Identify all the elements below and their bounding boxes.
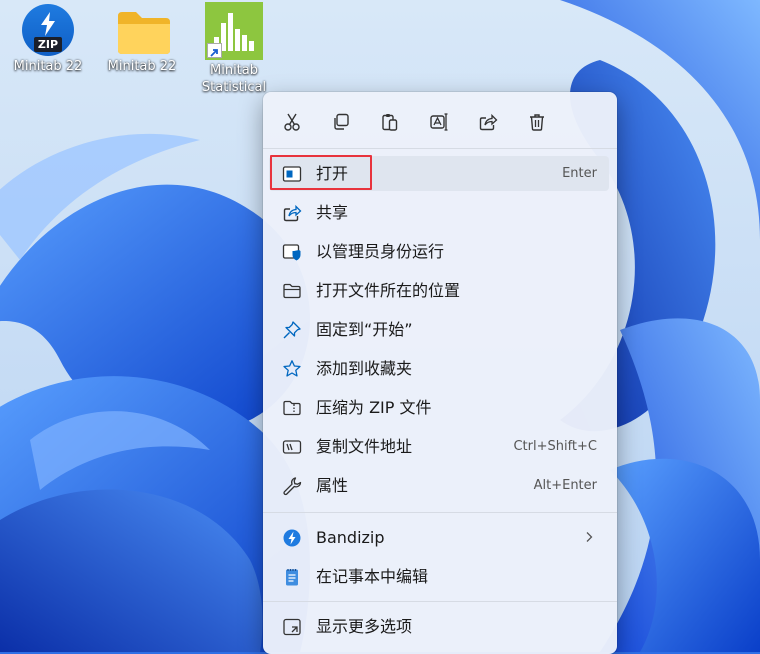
menu-item-label: 打开 (316, 164, 349, 183)
desktop-icon-minitab-shortcut[interactable]: Minitab Statistical (194, 2, 274, 96)
star-icon (282, 359, 302, 379)
trash-icon (530, 114, 544, 131)
menu-item-label: 打开文件所在的位置 (316, 281, 461, 300)
delete-button[interactable] (521, 106, 553, 138)
menu-item-label: 压缩为 ZIP 文件 (316, 398, 432, 417)
notepad-icon (282, 567, 302, 587)
menu-item-edit-in-notepad[interactable]: 在记事本中编辑 (269, 559, 609, 594)
desktop-icon-label: Minitab Statistical (194, 62, 274, 96)
menu-item-shortcut: Ctrl+Shift+C (513, 439, 597, 454)
share-button[interactable] (472, 106, 504, 138)
menu-item-show-more-options[interactable]: 显示更多选项 (269, 609, 609, 644)
bandizip-icon (282, 528, 302, 548)
menu-item-copy-as-path[interactable]: 复制文件地址 Ctrl+Shift+C (269, 429, 609, 464)
menu-item-open[interactable]: 打开 Enter (269, 156, 609, 191)
menu-item-label: 以管理员身份运行 (316, 242, 445, 261)
desktop-icon-label: Minitab 22 (107, 59, 177, 74)
menu-item-label: 属性 (316, 476, 349, 495)
menu-item-shortcut: Alt+Enter (533, 478, 597, 493)
menu-item-label: 添加到收藏夹 (316, 359, 413, 378)
menu-item-label: 显示更多选项 (316, 617, 413, 636)
minitab-app-icon (205, 2, 263, 60)
rename-icon (430, 113, 448, 131)
zip-folder-icon (282, 398, 302, 418)
pin-icon (282, 320, 302, 340)
menu-item-label: 在记事本中编辑 (316, 567, 429, 586)
menu-item-label: 共享 (316, 203, 349, 222)
paste-button[interactable] (374, 106, 406, 138)
cut-button[interactable] (276, 106, 308, 138)
menu-item-open-file-location[interactable]: 打开文件所在的位置 (269, 273, 609, 308)
menu-item-add-to-favorites[interactable]: 添加到收藏夹 (269, 351, 609, 386)
zip-badge: ZIP (34, 37, 62, 52)
admin-shield-icon (282, 242, 302, 262)
menu-item-label: Bandizip (316, 528, 385, 547)
menu-item-pin-to-start[interactable]: 固定到“开始” (269, 312, 609, 347)
menu-item-run-as-admin[interactable]: 以管理员身份运行 (269, 234, 609, 269)
copy-icon (334, 113, 349, 130)
scissors-icon (284, 113, 300, 131)
menu-item-properties[interactable]: 属性 Alt+Enter (269, 468, 609, 503)
menu-item-compress-to-zip[interactable]: 压缩为 ZIP 文件 (269, 390, 609, 425)
label-line-1: Minitab (210, 63, 258, 78)
desktop-icon-label: Minitab 22 (13, 59, 83, 74)
context-menu: 打开 Enter 共享 以管理员身份运行 打开文件所在的位置 固定到“开始” 添… (263, 92, 617, 654)
folder-outline-icon (282, 281, 302, 301)
menu-item-shortcut: Enter (562, 166, 597, 181)
menu-separator (263, 601, 617, 602)
context-menu-toolbar (263, 92, 617, 148)
copy-path-icon (282, 437, 302, 457)
menu-item-share[interactable]: 共享 (269, 195, 609, 230)
menu-item-label: 复制文件地址 (316, 437, 413, 456)
share-icon (282, 203, 302, 223)
shortcut-arrow-icon (207, 43, 222, 58)
menu-separator (263, 512, 617, 513)
wrench-icon (282, 476, 302, 496)
copy-button[interactable] (325, 106, 357, 138)
desktop-icon-minitab-folder[interactable]: Minitab 22 (102, 4, 182, 75)
open-window-icon (282, 164, 302, 184)
menu-item-bandizip[interactable]: Bandizip (269, 520, 609, 555)
menu-separator (263, 148, 617, 149)
folder-icon (118, 12, 170, 54)
chevron-right-icon (586, 532, 593, 542)
paste-icon (382, 114, 398, 131)
label-line-2: Statistical (201, 80, 267, 95)
bandizip-zip-icon: ZIP (22, 4, 74, 56)
desktop-icon-bandizip-archive[interactable]: ZIP Minitab 22 (8, 4, 88, 75)
rename-button[interactable] (423, 106, 455, 138)
menu-item-label: 固定到“开始” (316, 320, 413, 339)
share-icon (479, 113, 498, 131)
more-options-icon (282, 617, 302, 637)
